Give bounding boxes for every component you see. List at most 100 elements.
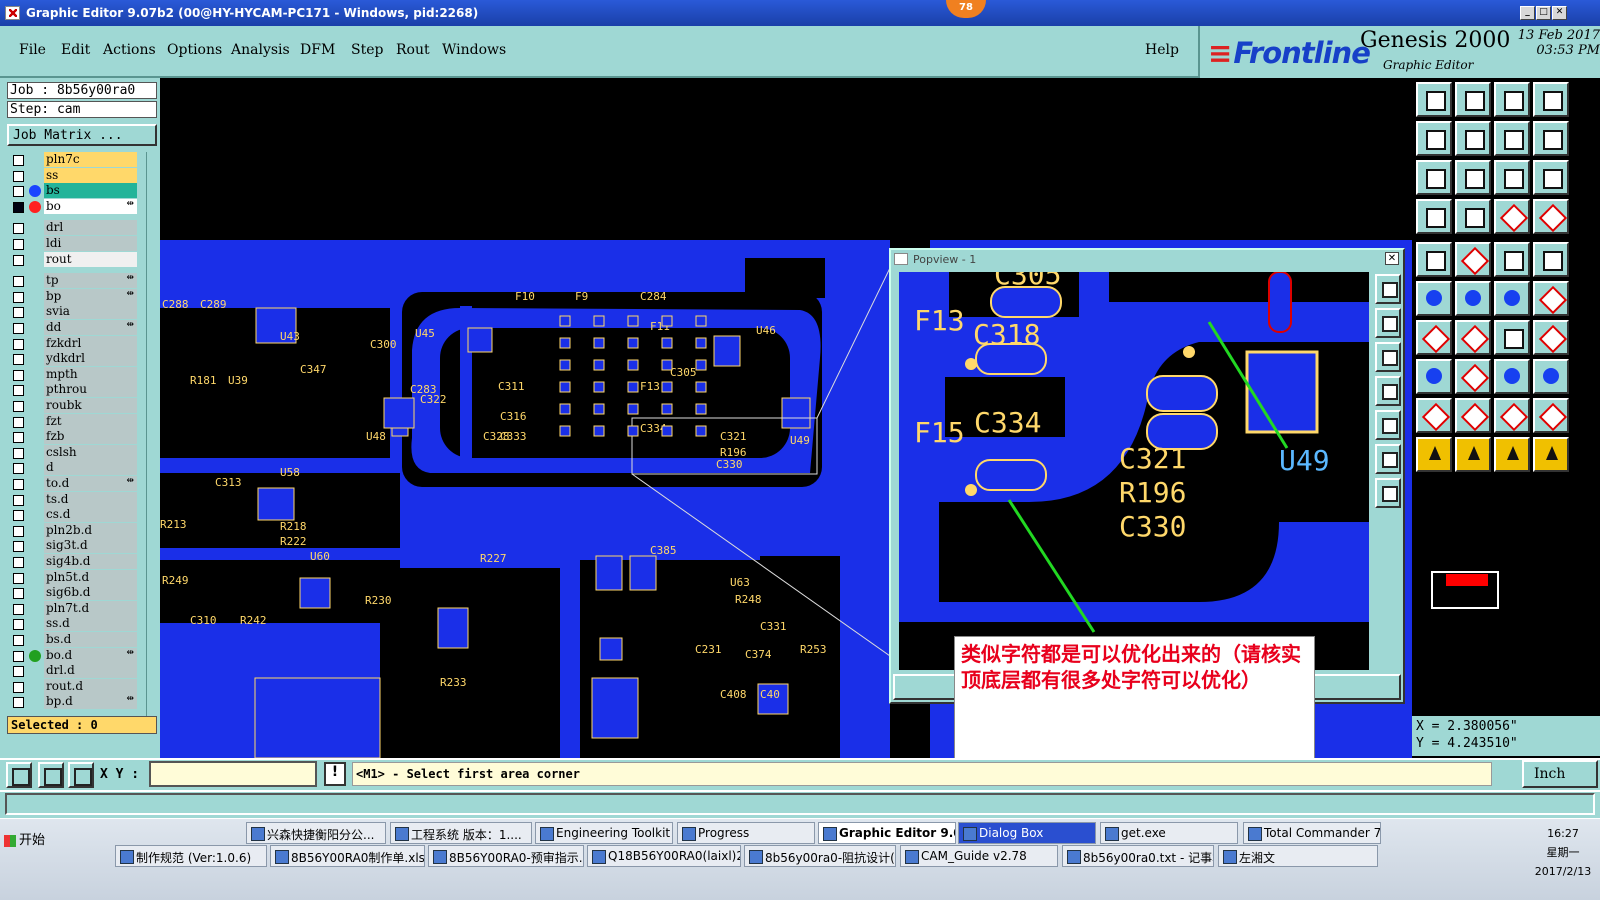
taskbar-button[interactable]: Q18B56Y00RA0(laixl)201... — [587, 845, 741, 867]
layer-name[interactable]: fzt — [44, 413, 137, 429]
close-icon[interactable]: ✕ — [1552, 6, 1567, 20]
layer-checkbox[interactable] — [13, 291, 24, 303]
layer-row-dd[interactable]: dd ⇹ — [7, 320, 137, 336]
layer-row-bs.d[interactable]: bs.d — [7, 632, 137, 648]
menu-help[interactable]: Help — [1145, 42, 1179, 58]
maximize-icon[interactable]: □ — [1536, 6, 1551, 20]
taskbar-button[interactable]: 8b56y00ra0.txt - 记事本 — [1062, 845, 1214, 867]
taskbar-button[interactable]: Dialog Box — [958, 822, 1096, 844]
zoom-line-icon[interactable] — [38, 762, 64, 788]
layer-name[interactable]: tp — [44, 273, 137, 289]
tool-button-11[interactable] — [1494, 160, 1530, 195]
layer-name[interactable]: sig3t.d — [44, 538, 137, 554]
layer-name[interactable]: dd — [44, 320, 137, 335]
minimize-icon[interactable]: _ — [1520, 6, 1535, 20]
tool-button-28[interactable] — [1533, 320, 1569, 355]
tool-button-16[interactable] — [1533, 199, 1569, 234]
layer-row-tp[interactable]: tp ⇹ — [7, 273, 137, 289]
menu-edit[interactable]: Edit — [61, 42, 90, 58]
taskbar-button[interactable]: Engineering Toolkit 9.... — [535, 822, 673, 844]
layer-row-d[interactable]: d — [7, 460, 137, 476]
layer-checkbox[interactable] — [13, 201, 24, 213]
layer-name[interactable]: ss.d — [44, 616, 137, 632]
menu-windows[interactable]: Windows — [442, 42, 506, 58]
layer-name[interactable]: sig6b.d — [44, 585, 137, 601]
tool-button-1[interactable] — [1416, 82, 1452, 117]
layer-row-roubk[interactable]: roubk — [7, 398, 137, 414]
layer-row-ts.d[interactable]: ts.d — [7, 491, 137, 508]
taskbar-button[interactable]: 制作规范 (Ver:1.0.6) — [115, 845, 267, 867]
menu-actions[interactable]: Actions — [103, 42, 156, 58]
taskbar-button[interactable]: CAM_Guide v2.78 — [900, 845, 1058, 867]
taskbar-button[interactable]: get.exe — [1100, 822, 1238, 844]
layer-name[interactable]: pln7t.d — [44, 600, 137, 616]
tool-button-23[interactable] — [1494, 281, 1530, 316]
tool-button-17[interactable] — [1416, 242, 1452, 277]
menu-analysis[interactable]: Analysis — [231, 42, 290, 58]
layer-name[interactable]: ss — [44, 167, 137, 183]
popview-title[interactable]: Popview - 1 — [891, 250, 1403, 268]
layer-checkbox[interactable] — [13, 619, 24, 631]
window-title-bar[interactable]: Graphic Editor 9.07b2 (00@HY-HYCAM-PC171… — [0, 0, 1600, 26]
layer-row-ss.d[interactable]: ss.d — [7, 616, 137, 632]
layer-name[interactable]: bo.d — [44, 647, 137, 663]
tool-button-14[interactable] — [1455, 199, 1491, 234]
layer-row-ss[interactable]: ss — [7, 167, 137, 184]
layer-checkbox[interactable] — [13, 170, 24, 182]
tool-button-36[interactable] — [1533, 398, 1569, 433]
tool-button-37[interactable] — [1416, 437, 1452, 472]
layer-checkbox[interactable] — [13, 572, 24, 584]
layer-name[interactable]: bs.d — [44, 632, 137, 647]
layer-row-drl.d[interactable]: drl.d — [7, 663, 137, 679]
layer-checkbox[interactable] — [13, 369, 24, 381]
layer-row-sig3t.d[interactable]: sig3t.d — [7, 538, 137, 554]
layer-checkbox[interactable] — [13, 276, 24, 288]
layer-row-pthrou[interactable]: pthrou — [7, 382, 137, 398]
layer-name[interactable]: bo — [44, 198, 137, 214]
layer-row-svia[interactable]: svia — [7, 304, 137, 320]
popview-tool-5[interactable] — [1375, 410, 1401, 440]
tool-button-7[interactable] — [1494, 121, 1530, 156]
layer-name[interactable]: roubk — [44, 398, 137, 413]
tool-button-3[interactable] — [1494, 82, 1530, 117]
layer-checkbox[interactable] — [13, 186, 24, 198]
layer-name[interactable]: pln5t.d — [44, 569, 137, 585]
popview-zoom-view[interactable]: C305 F13 C318 F15 C334 C321R196C330 U49 — [899, 272, 1369, 670]
layer-checkbox[interactable] — [13, 603, 24, 615]
layer-row-sig4b.d[interactable]: sig4b.d — [7, 554, 137, 570]
layer-checkbox[interactable] — [13, 525, 24, 537]
layer-checkbox[interactable] — [13, 479, 24, 490]
popview-tool-1[interactable] — [1375, 274, 1401, 304]
layer-color-dot[interactable] — [29, 649, 41, 662]
taskbar-button[interactable]: 左湘文 — [1218, 845, 1378, 867]
layer-checkbox[interactable] — [13, 401, 24, 412]
tool-button-40[interactable] — [1533, 437, 1569, 472]
layer-row-rout.d[interactable]: rout.d — [7, 678, 137, 695]
layer-name[interactable]: bs — [44, 183, 137, 199]
layer-row-pln5t.d[interactable]: pln5t.d — [7, 569, 137, 586]
tool-button-2[interactable] — [1455, 82, 1491, 117]
layer-row-to.d[interactable]: to.d ⇹ — [7, 476, 137, 492]
tool-button-38[interactable] — [1455, 437, 1491, 472]
layer-row-fzt[interactable]: fzt — [7, 413, 137, 430]
tool-button-21[interactable] — [1416, 281, 1452, 316]
tool-button-22[interactable] — [1455, 281, 1491, 316]
tool-button-27[interactable] — [1494, 320, 1530, 355]
layer-name[interactable]: bp — [44, 288, 137, 304]
layer-checkbox[interactable] — [13, 557, 24, 568]
tool-button-18[interactable] — [1455, 242, 1491, 277]
layer-row-pln7t.d[interactable]: pln7t.d — [7, 600, 137, 617]
layer-color-dot[interactable] — [29, 200, 41, 213]
tool-button-6[interactable] — [1455, 121, 1491, 156]
tool-button-25[interactable] — [1416, 320, 1452, 355]
layer-name[interactable]: cslsh — [44, 444, 137, 460]
taskbar-button[interactable]: Graphic Editor 9.07... — [818, 822, 956, 844]
menu-rout[interactable]: Rout — [396, 42, 430, 58]
layer-row-fzb[interactable]: fzb — [7, 429, 137, 445]
tool-button-12[interactable] — [1533, 160, 1569, 195]
layer-row-bp.d[interactable]: bp.d ⇹ — [7, 694, 137, 710]
layer-name[interactable]: ydkdrl — [44, 351, 137, 367]
layer-row-pln7c[interactable]: pln7c — [7, 152, 137, 168]
layer-checkbox[interactable] — [13, 635, 24, 646]
layer-row-fzkdrl[interactable]: fzkdrl — [7, 335, 137, 352]
